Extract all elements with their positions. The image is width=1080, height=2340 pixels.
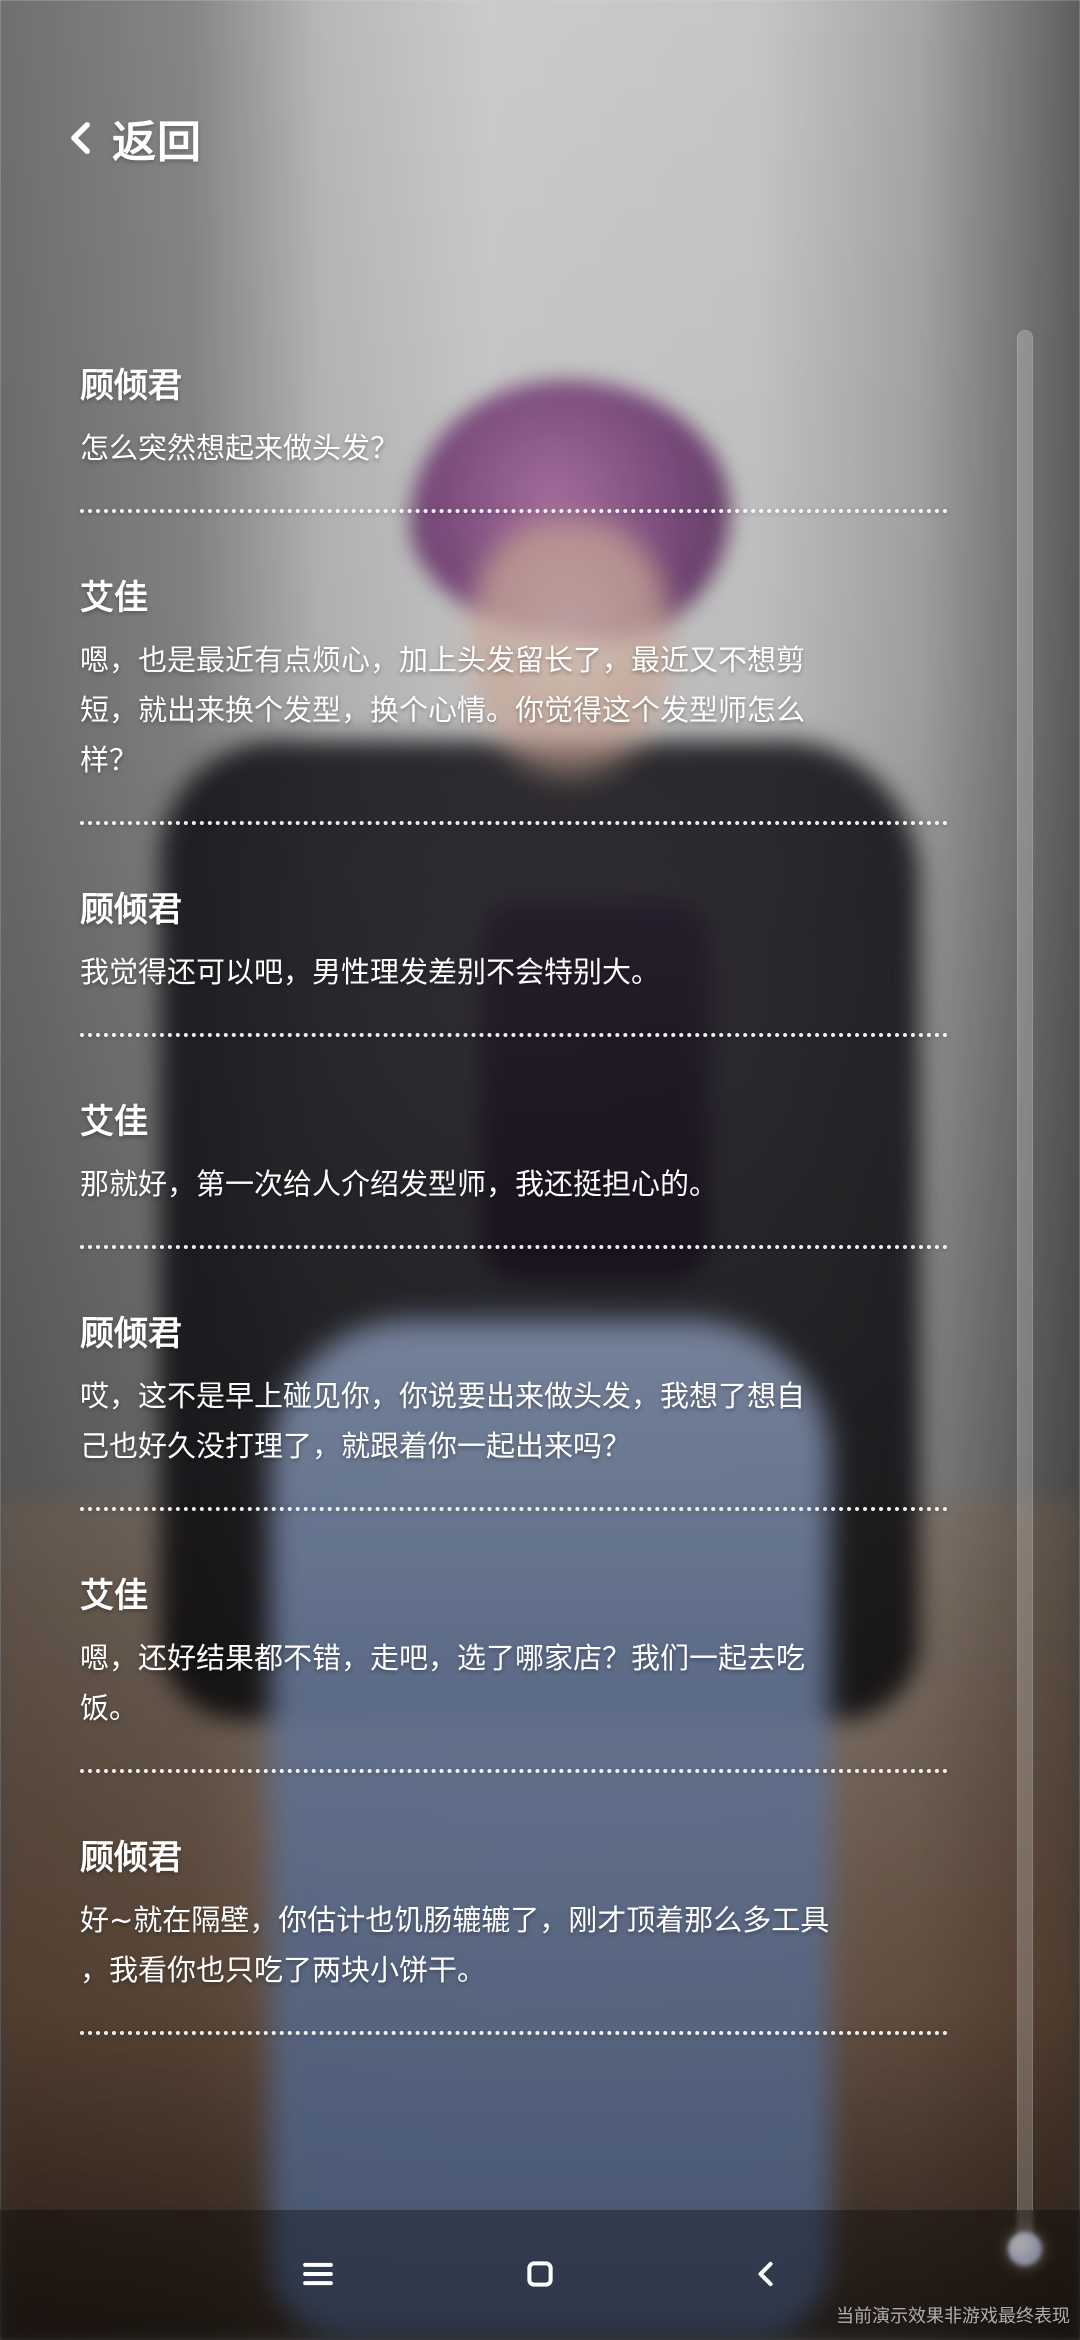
speaker-name: 艾佳 xyxy=(80,1104,148,1141)
back-label: 返回 xyxy=(112,118,202,167)
dotted-divider xyxy=(80,2031,948,2035)
dialog-history-list: 顾倾君 怎么突然想起来做头发？ 艾佳 嗯，也是最近有点烦心，加上头发留长了，最近… xyxy=(80,365,950,2099)
dotted-divider xyxy=(80,1033,948,1037)
dotted-divider xyxy=(80,1769,948,1773)
dotted-divider xyxy=(80,509,948,513)
nav-back-button[interactable] xyxy=(744,2252,788,2296)
home-button[interactable] xyxy=(518,2252,562,2296)
dialog-line: 嗯，也是最近有点烦心，加上头发留长了，最近又不想剪 xyxy=(80,643,806,677)
dialog-line: 哎，这不是早上碰见你，你说要出来做头发，我想了想自 xyxy=(80,1379,806,1413)
dotted-divider xyxy=(80,1507,948,1511)
dialog-line: 样？ xyxy=(80,743,139,777)
dialog-entry: 顾倾君 好~就在隔壁，你估计也饥肠辘辘了，刚才顶着那么多工具 ，我看你也只吃了两… xyxy=(80,1837,950,2035)
dialog-entry: 顾倾君 哎，这不是早上碰见你，你说要出来做头发，我想了想自 己也好久没打理了，就… xyxy=(80,1313,950,1511)
dialog-entry: 顾倾君 我觉得还可以吧，男性理发差别不会特别大。 xyxy=(80,889,950,1037)
back-button[interactable]: 返回 xyxy=(60,98,202,178)
demo-watermark: 当前演示效果非游戏最终表现 xyxy=(836,2306,1070,2327)
dialog-line: 己也好久没打理了，就跟着你一起出来吗？ xyxy=(80,1429,632,1463)
dialog-line: 好~就在隔壁，你估计也饥肠辘辘了，刚才顶着那么多工具 xyxy=(80,1903,830,1937)
dialog-entry: 艾佳 嗯，还好结果都不错，走吧，选了哪家店？我们一起去吃 饭。 xyxy=(80,1575,950,1773)
speaker-name: 顾倾君 xyxy=(80,368,182,405)
nav-back-icon xyxy=(758,2261,773,2287)
dotted-divider xyxy=(80,1245,948,1249)
speaker-name: 艾佳 xyxy=(80,580,148,617)
home-square-icon xyxy=(527,2261,553,2287)
speaker-name: 顾倾君 xyxy=(80,892,182,929)
chevron-left-icon xyxy=(71,122,90,154)
dialog-line: 短，就出来换个发型，换个心情。你觉得这个发型师怎么 xyxy=(80,693,806,727)
system-navigation-bar: 当前演示效果非游戏最终表现 xyxy=(0,2210,1080,2340)
speaker-name: 顾倾君 xyxy=(80,1316,182,1353)
dialog-line: ，我看你也只吃了两块小饼干。 xyxy=(80,1953,487,1987)
dialog-entry: 艾佳 那就好，第一次给人介绍发型师，我还挺担心的。 xyxy=(80,1101,950,1249)
dialog-entry: 顾倾君 怎么突然想起来做头发？ xyxy=(80,365,950,513)
dialog-line: 嗯，还好结果都不错，走吧，选了哪家店？我们一起去吃 xyxy=(80,1641,806,1675)
menu-icon xyxy=(303,2262,333,2286)
dialog-entry: 艾佳 嗯，也是最近有点烦心，加上头发留长了，最近又不想剪 短，就出来换个发型，换… xyxy=(80,577,950,825)
dialog-scrollbar-track[interactable] xyxy=(1017,330,1033,2250)
dialog-line: 怎么突然想起来做头发？ xyxy=(80,431,400,465)
dialog-line: 我觉得还可以吧，男性理发差别不会特别大。 xyxy=(80,955,661,989)
menu-button[interactable] xyxy=(296,2252,340,2296)
speaker-name: 艾佳 xyxy=(80,1578,148,1615)
speaker-name: 顾倾君 xyxy=(80,1840,182,1877)
dialog-line: 饭。 xyxy=(80,1691,139,1725)
dotted-divider xyxy=(80,821,948,825)
dialog-line: 那就好，第一次给人介绍发型师，我还挺担心的。 xyxy=(80,1167,719,1201)
